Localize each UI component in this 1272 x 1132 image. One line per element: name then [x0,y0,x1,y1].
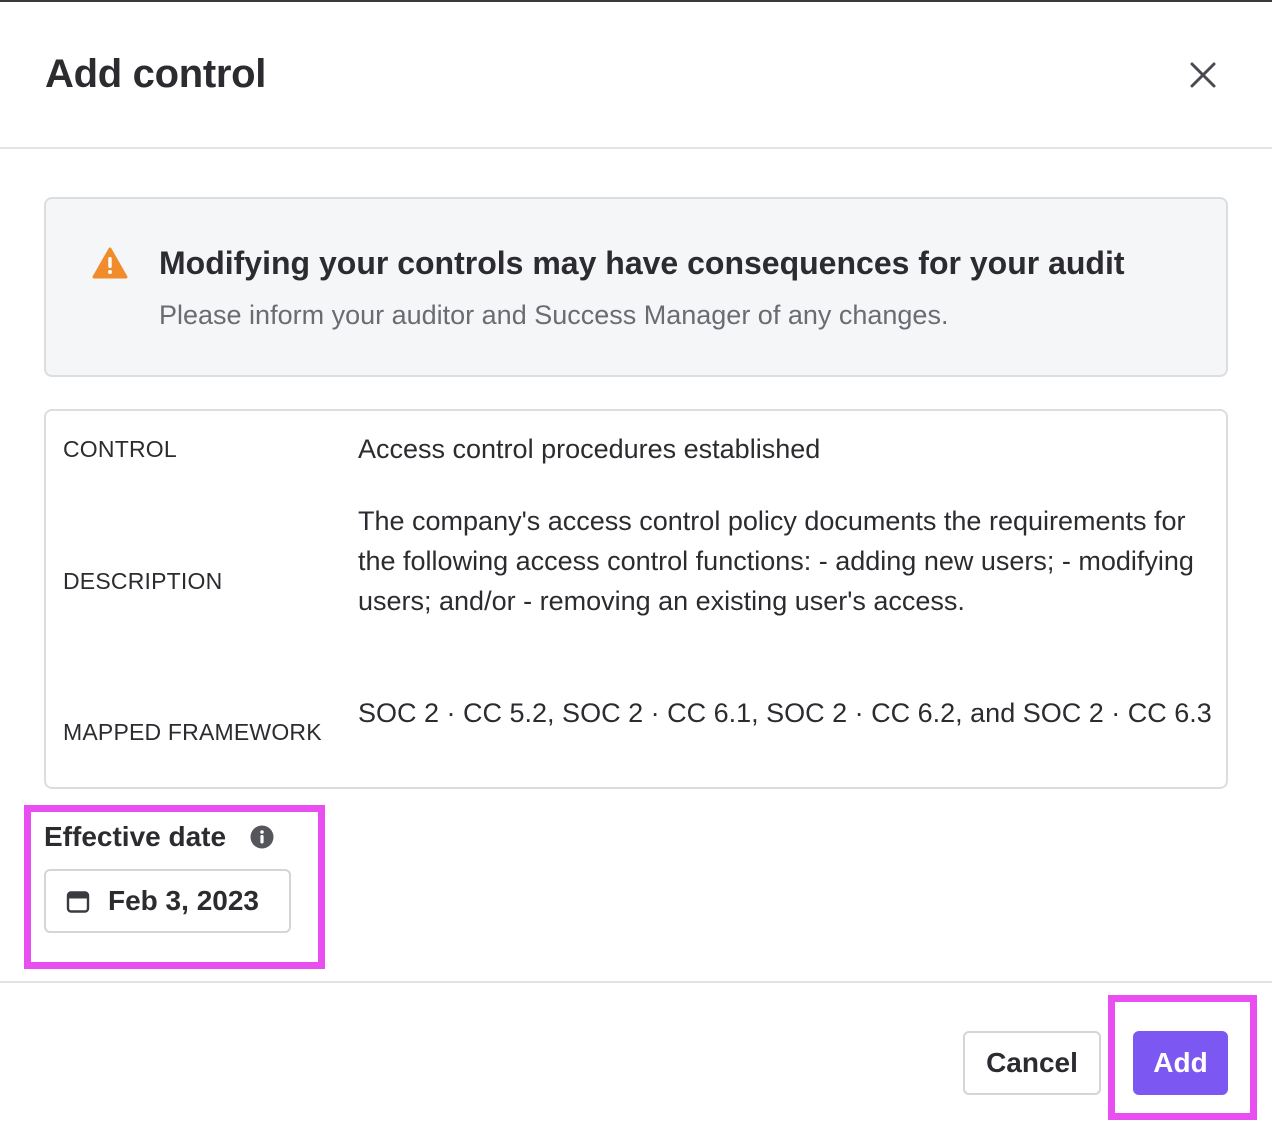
calendar-icon [66,891,90,913]
dialog-title: Add control [45,52,267,96]
control-label: CONTROL [63,436,177,462]
control-value: Access control procedures established [358,434,821,464]
cancel-button[interactable]: Cancel [963,1031,1101,1095]
add-button[interactable]: Add [1133,1031,1228,1095]
alert-title: Modifying your controls may have consequ… [159,245,1125,281]
description-label: DESCRIPTION [63,568,223,594]
effective-date-label: Effective date [44,821,227,852]
mapped-framework-value: SOC 2 · CC 5.2, SOC 2 · CC 6.1, SOC 2 · … [358,698,1212,728]
footer-divider [0,981,1272,983]
effective-date-picker[interactable]: Feb 3, 2023 [44,869,291,933]
dialog-header: Add control [0,2,1272,149]
close-button[interactable] [1182,54,1224,96]
control-details-card: CONTROL Access control procedures establ… [44,409,1228,789]
alert-message: Please inform your auditor and Success M… [159,300,949,330]
effective-date-value: Feb 3, 2023 [108,885,259,916]
warning-triangle-icon [92,247,128,279]
description-value: The company's access control policy docu… [358,506,1194,616]
add-control-dialog: Add control Modifying your controls may … [0,0,1272,1132]
mapped-framework-label: MAPPED FRAMEWORK [63,719,322,745]
warning-alert: Modifying your controls may have consequ… [44,197,1228,377]
info-icon[interactable] [250,825,274,849]
close-icon [1190,62,1216,88]
